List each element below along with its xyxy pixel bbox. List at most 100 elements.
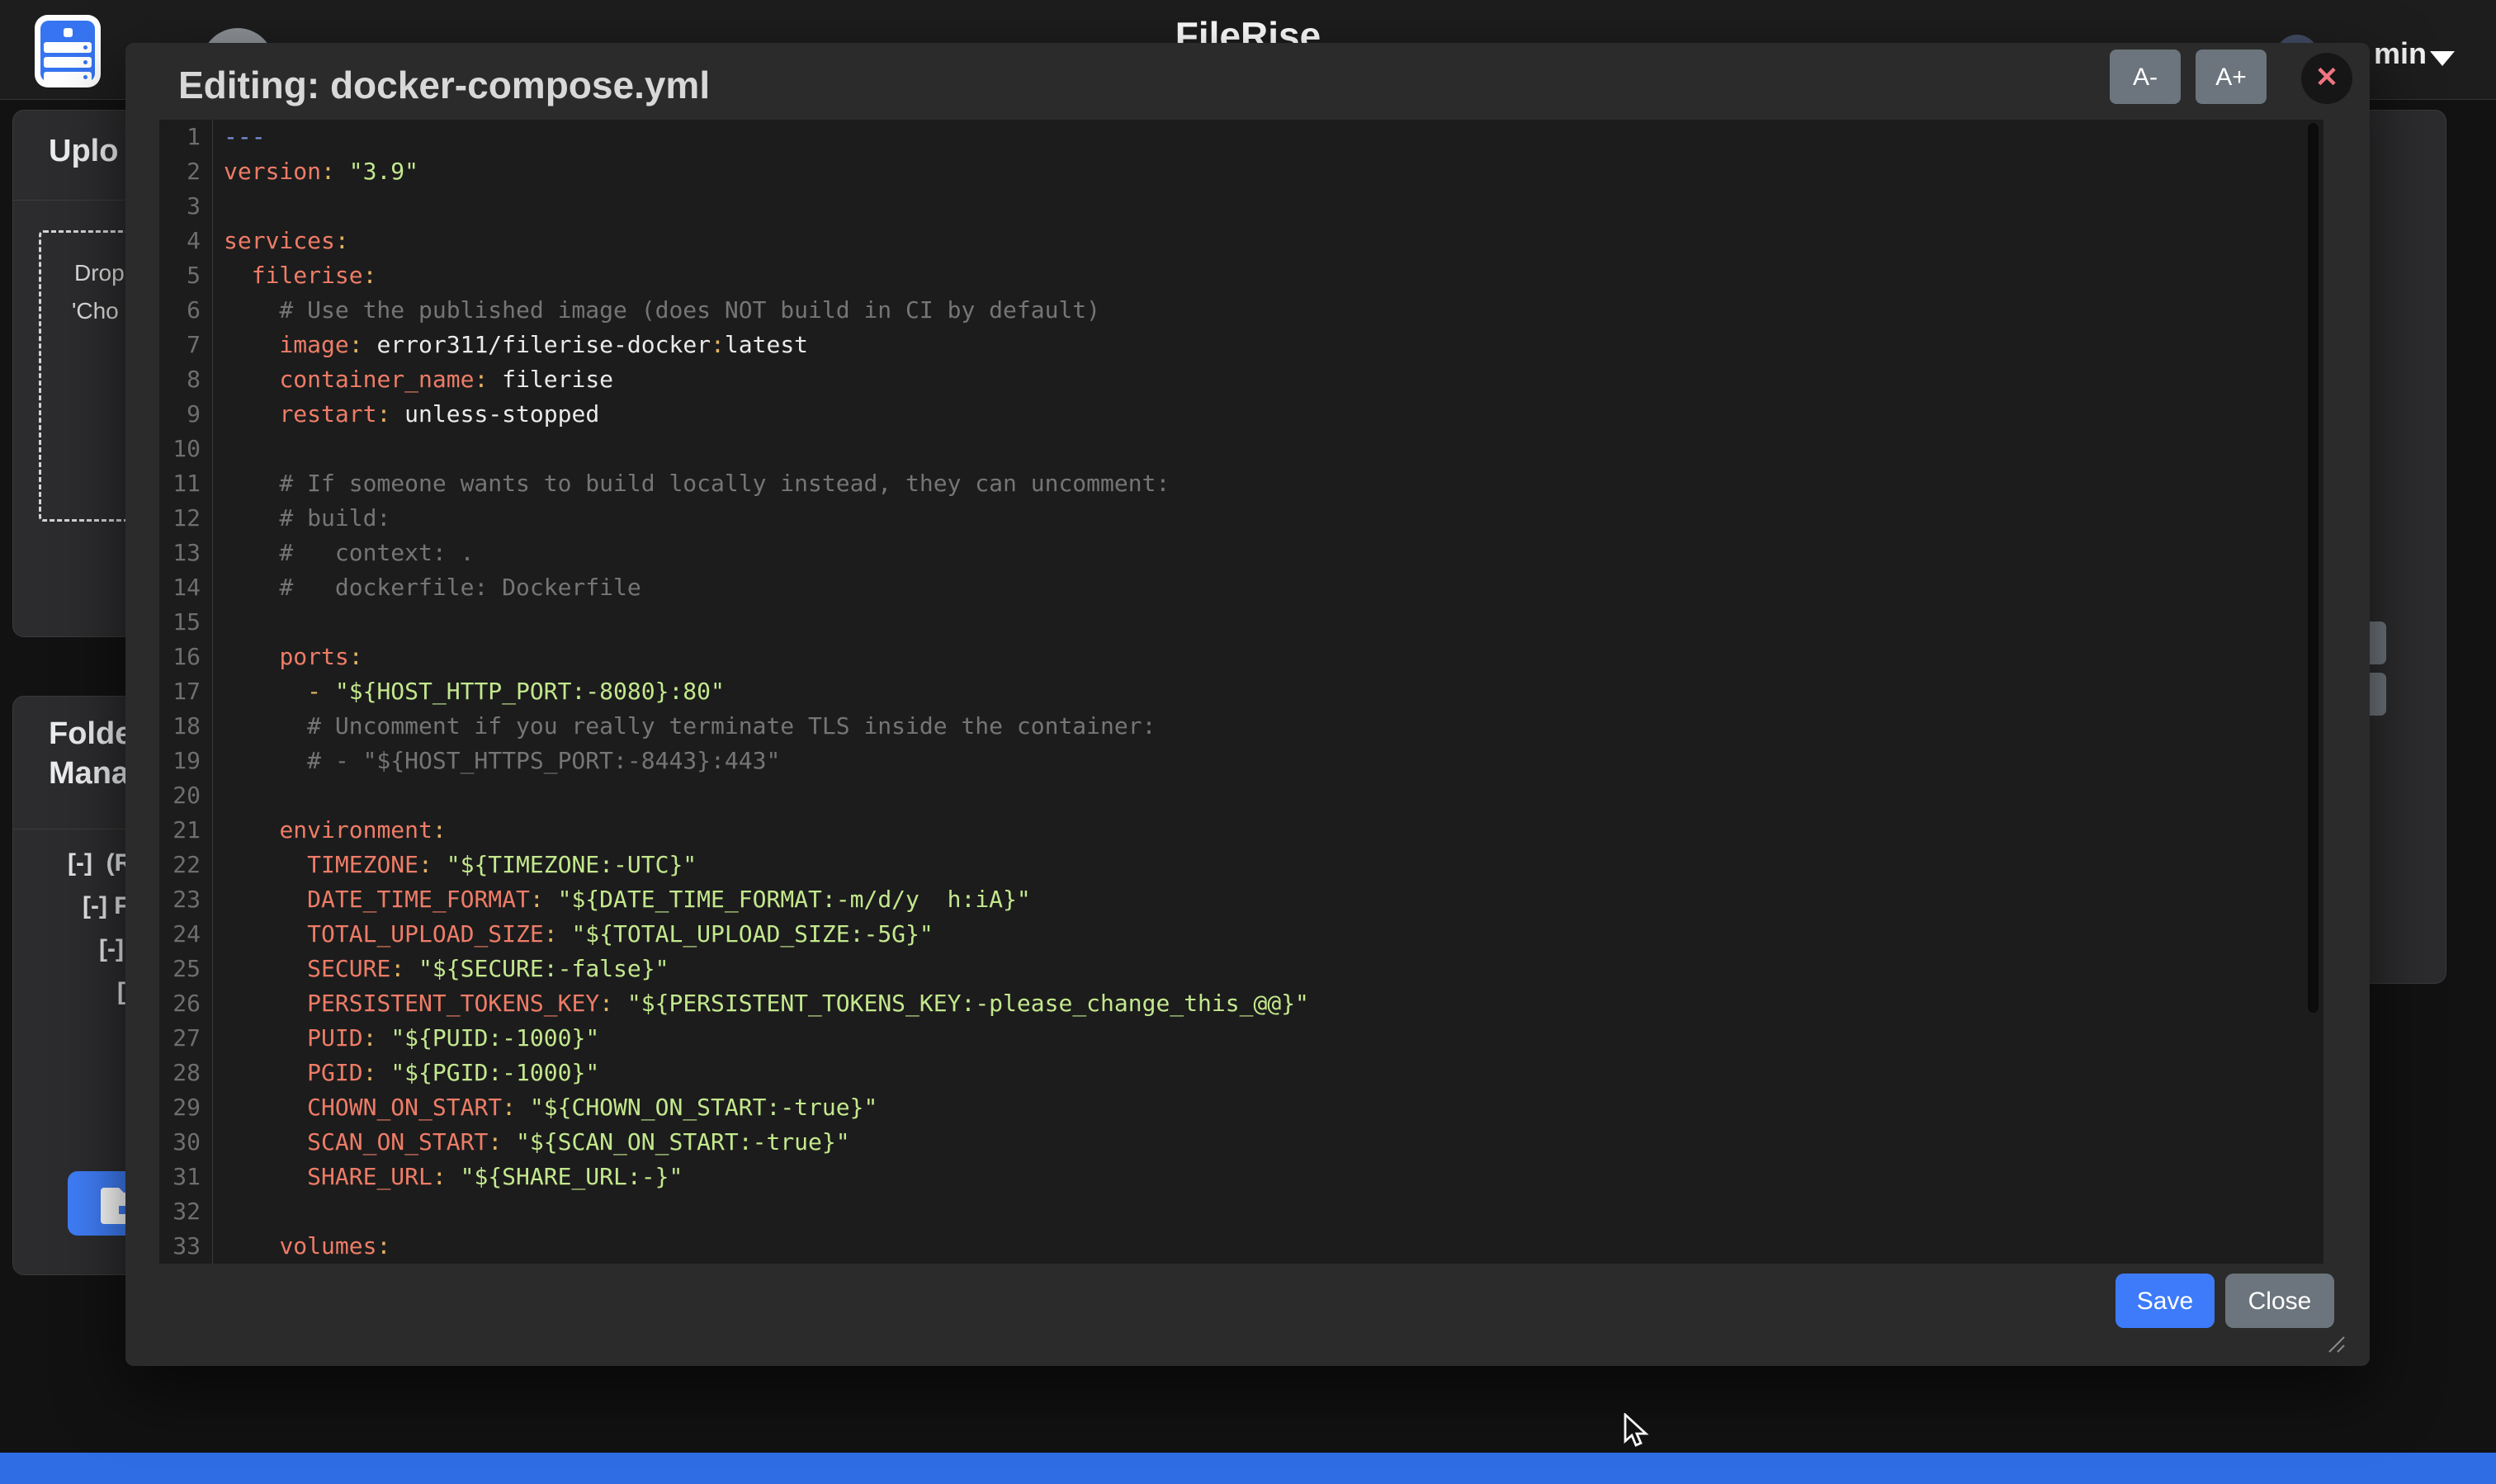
code-line: 1---: [159, 120, 2323, 154]
editor-scrollbar[interactable]: [2308, 123, 2319, 1013]
code-line: 12 # build:: [159, 501, 2323, 536]
mouse-cursor: [1622, 1413, 1655, 1449]
code-line-content: [213, 605, 224, 640]
code-line-content: # Use the published image (does NOT buil…: [213, 293, 1100, 328]
code-line: 30 SCAN_ON_START: "${SCAN_ON_START:-true…: [159, 1125, 2323, 1160]
code-line-content: - "${HOST_HTTP_PORT:-8080}:80": [213, 674, 725, 709]
folder-card-title: Folde: [49, 716, 132, 752]
line-number: 28: [159, 1056, 213, 1090]
code-line-content: # context: .: [213, 536, 474, 570]
code-line: 25 SECURE: "${SECURE:-false}": [159, 952, 2323, 986]
screen: FileRise min Uplo Drop 'Cho Folde Mana […: [0, 0, 2496, 1484]
code-line-content: SCAN_ON_START: "${SCAN_ON_START:-true}": [213, 1125, 850, 1160]
save-button[interactable]: Save: [2115, 1274, 2215, 1328]
code-line: 22 TIMEZONE: "${TIMEZONE:-UTC}": [159, 848, 2323, 882]
line-number: 26: [159, 986, 213, 1021]
code-line: 13 # context: .: [159, 536, 2323, 570]
code-line-content: services:: [213, 224, 349, 258]
code-line: 26 PERSISTENT_TOKENS_KEY: "${PERSISTENT_…: [159, 986, 2323, 1021]
code-line-content: volumes:: [213, 1229, 390, 1264]
code-line-content: environment:: [213, 813, 447, 848]
code-line: 32: [159, 1194, 2323, 1229]
folder-tree: [-] (R[-] F[-][-: [68, 842, 134, 1014]
code-line-content: TOTAL_UPLOAD_SIZE: "${TOTAL_UPLOAD_SIZE:…: [213, 917, 934, 952]
code-line: 15: [159, 605, 2323, 640]
code-line: 21 environment:: [159, 813, 2323, 848]
code-line: 2version: "3.9": [159, 154, 2323, 189]
line-number: 27: [159, 1021, 213, 1056]
line-number: 8: [159, 362, 213, 397]
code-line: 16 ports:: [159, 640, 2323, 674]
code-line-content: container_name: filerise: [213, 362, 613, 397]
code-line: 9 restart: unless-stopped: [159, 397, 2323, 432]
code-line-content: PUID: "${PUID:-1000}": [213, 1021, 599, 1056]
dropzone-text: 'Cho: [72, 298, 119, 324]
code-line-content: # - "${HOST_HTTPS_PORT:-8443}:443": [213, 744, 780, 778]
line-number: 11: [159, 466, 213, 501]
line-number: 24: [159, 917, 213, 952]
footer-bar: [0, 1453, 2496, 1484]
code-line: 3: [159, 189, 2323, 224]
code-line-content: [213, 778, 224, 813]
code-line: 24 TOTAL_UPLOAD_SIZE: "${TOTAL_UPLOAD_SI…: [159, 917, 2323, 952]
dropzone-text: Drop: [74, 260, 125, 286]
chevron-down-icon[interactable]: [2430, 51, 2455, 66]
code-line: 11 # If someone wants to build locally i…: [159, 466, 2323, 501]
line-number: 10: [159, 432, 213, 466]
code-line-content: filerise:: [213, 258, 376, 293]
code-line-content: PGID: "${PGID:-1000}": [213, 1056, 599, 1090]
folder-tree-item[interactable]: [-] (R: [68, 842, 134, 885]
code-line: 23 DATE_TIME_FORMAT: "${DATE_TIME_FORMAT…: [159, 882, 2323, 917]
line-number: 30: [159, 1125, 213, 1160]
code-line: 27 PUID: "${PUID:-1000}": [159, 1021, 2323, 1056]
code-line: 10: [159, 432, 2323, 466]
code-editor[interactable]: 1---2version: "3.9"34services:5 filerise…: [159, 120, 2323, 1264]
line-number: 9: [159, 397, 213, 432]
filerise-logo-icon[interactable]: [35, 15, 101, 87]
line-number: 13: [159, 536, 213, 570]
font-decrease-button[interactable]: A-: [2110, 50, 2181, 104]
code-line-content: CHOWN_ON_START: "${CHOWN_ON_START:-true}…: [213, 1090, 877, 1125]
line-number: 17: [159, 674, 213, 709]
code-line-content: ports:: [213, 640, 363, 674]
code-line-content: TIMEZONE: "${TIMEZONE:-UTC}": [213, 848, 697, 882]
line-number: 32: [159, 1194, 213, 1229]
line-number: 20: [159, 778, 213, 813]
line-number: 15: [159, 605, 213, 640]
code-line-content: image: error311/filerise-docker:latest: [213, 328, 808, 362]
folder-card-title: Mana: [49, 756, 129, 792]
code-line: 18 # Uncomment if you really terminate T…: [159, 709, 2323, 744]
code-line-content: ---: [213, 120, 266, 154]
code-line: 20: [159, 778, 2323, 813]
code-line-content: # dockerfile: Dockerfile: [213, 570, 641, 605]
close-button[interactable]: Close: [2225, 1274, 2334, 1328]
line-number: 19: [159, 744, 213, 778]
code-line-content: # If someone wants to build locally inst…: [213, 466, 1170, 501]
code-line: 29 CHOWN_ON_START: "${CHOWN_ON_START:-tr…: [159, 1090, 2323, 1125]
line-number: 33: [159, 1229, 213, 1264]
close-icon[interactable]: ✕: [2301, 53, 2352, 104]
code-line: 19 # - "${HOST_HTTPS_PORT:-8443}:443": [159, 744, 2323, 778]
edit-file-modal: Editing: docker-compose.yml A- A+ ✕ 1---…: [125, 43, 2370, 1366]
line-number: 25: [159, 952, 213, 986]
code-line-content: version: "3.9": [213, 154, 418, 189]
code-line-content: # Uncomment if you really terminate TLS …: [213, 709, 1156, 744]
line-number: 23: [159, 882, 213, 917]
code-line: 14 # dockerfile: Dockerfile: [159, 570, 2323, 605]
font-increase-button[interactable]: A+: [2196, 50, 2267, 104]
line-number: 4: [159, 224, 213, 258]
user-menu[interactable]: min: [2374, 36, 2427, 71]
line-number: 16: [159, 640, 213, 674]
line-number: 2: [159, 154, 213, 189]
line-number: 1: [159, 120, 213, 154]
line-number: 6: [159, 293, 213, 328]
code-line: 5 filerise:: [159, 258, 2323, 293]
line-number: 3: [159, 189, 213, 224]
resize-handle[interactable]: [2321, 1329, 2346, 1354]
line-number: 7: [159, 328, 213, 362]
line-number: 12: [159, 501, 213, 536]
code-line: 17 - "${HOST_HTTP_PORT:-8080}:80": [159, 674, 2323, 709]
code-line: 7 image: error311/filerise-docker:latest: [159, 328, 2323, 362]
code-line-content: restart: unless-stopped: [213, 397, 599, 432]
code-line-content: SHARE_URL: "${SHARE_URL:-}": [213, 1160, 683, 1194]
